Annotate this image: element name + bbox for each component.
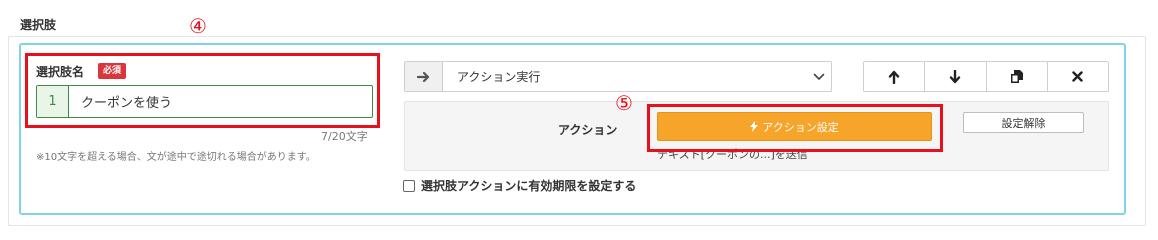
char-count: 7/20文字 bbox=[321, 130, 368, 143]
expiry-checkbox[interactable] bbox=[403, 179, 415, 192]
expiry-label: 選択肢アクションに有効期限を設定する bbox=[421, 179, 637, 193]
arrow-right-icon bbox=[405, 62, 443, 91]
required-badge: 必須 bbox=[98, 63, 127, 79]
annotation-number-4: ④ bbox=[189, 14, 207, 38]
choice-name-label: 選択肢名 bbox=[36, 65, 85, 79]
length-note: ※10文字を超える場合、文が途中で途切れる場合があります。 bbox=[36, 152, 316, 163]
chevron-down-icon bbox=[807, 62, 831, 91]
copy-button[interactable] bbox=[987, 62, 1048, 91]
action-type-value: アクション実行 bbox=[457, 70, 541, 84]
annotation-number-5: ⑤ bbox=[615, 91, 633, 115]
action-label: アクション bbox=[558, 123, 618, 137]
action-type-select[interactable]: アクション実行 bbox=[404, 61, 832, 92]
choice-name-input[interactable]: 1 クーポンを使う bbox=[36, 85, 373, 118]
copy-icon bbox=[1010, 70, 1023, 83]
clear-settings-button[interactable]: 設定解除 bbox=[963, 112, 1084, 133]
arrow-up-icon bbox=[888, 70, 900, 84]
choice-toolbar bbox=[863, 61, 1109, 92]
choice-index: 1 bbox=[37, 86, 69, 117]
move-up-button[interactable] bbox=[864, 62, 926, 91]
close-icon bbox=[1072, 71, 1084, 82]
move-down-button[interactable] bbox=[925, 62, 987, 91]
choice-name-value: クーポンを使う bbox=[81, 96, 173, 111]
expiry-option[interactable]: 選択肢アクションに有効期限を設定する bbox=[403, 177, 636, 194]
annotation-box-5 bbox=[647, 104, 943, 152]
section-title: 選択肢 bbox=[20, 18, 57, 32]
arrow-down-icon bbox=[950, 69, 961, 83]
delete-button[interactable] bbox=[1048, 62, 1108, 91]
